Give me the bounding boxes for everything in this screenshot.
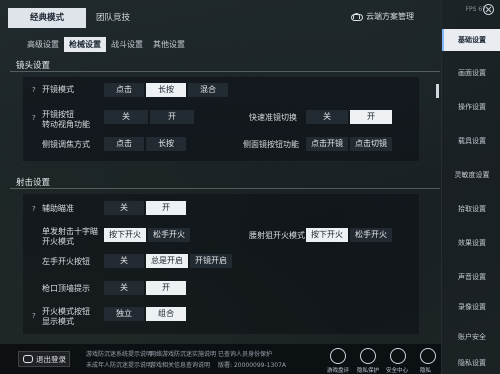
option-click-switch[interactable]: 点击切镜 — [350, 137, 392, 151]
icon-label: 游戏盘评 — [327, 368, 350, 374]
footer-text: 版署: 20000099-1307A — [218, 362, 287, 369]
fire-section-title: 射击设置 — [16, 178, 51, 188]
single-crosshair-selector: 按下开火 松手开火 — [104, 228, 192, 242]
footer-text: 游戏防沉迷系统提示说明 — [86, 351, 153, 358]
option-off[interactable]: 关 — [104, 201, 144, 215]
open-scope-mode-selector: 点击 长按 混合 — [104, 83, 230, 97]
option-click[interactable]: 点击 — [104, 83, 144, 97]
shield-icon[interactable] — [390, 348, 406, 364]
sidebar-item-basic[interactable]: 基础设置 — [442, 29, 500, 51]
footer-text: 网络游戏防沉迷实施说明 — [150, 351, 217, 358]
footer-text: 未成年人防沉迷提示说明 — [86, 362, 153, 369]
scrollbar-thumb[interactable] — [436, 84, 439, 98]
option-click-open[interactable]: 点击开镜 — [306, 137, 348, 151]
fire-mode-button-label: 开火模式按钮 显示模式 — [42, 307, 90, 326]
assist-aim-toggle: 关 开 — [104, 201, 188, 215]
turn-view-toggle: 关 开 — [104, 110, 196, 124]
cloud-scheme-button[interactable]: 云端方案管理 — [350, 11, 414, 22]
logout-label: 退出登录 — [36, 354, 66, 364]
help-icon[interactable]: ? — [32, 114, 36, 122]
fire-mode-button-selector: 独立 组合 — [104, 307, 188, 321]
sidebar-item-effects[interactable]: 效果设置 — [444, 232, 500, 254]
option-combined[interactable]: 组合 — [146, 307, 186, 321]
cloud-label: 云端方案管理 — [366, 12, 414, 21]
chat-icon — [23, 355, 33, 363]
left-fire-label: 左手开火按钮 — [42, 257, 90, 266]
open-scope-mode-label: 开镜模式 — [42, 85, 74, 94]
option-off[interactable]: 关 — [104, 281, 144, 295]
option-hold[interactable]: 长按 — [146, 137, 186, 151]
option-off[interactable]: 关 — [306, 110, 348, 124]
option-scope-on[interactable]: 开镜开启 — [190, 254, 232, 268]
option-off[interactable]: 关 — [104, 110, 148, 124]
option-release-fire[interactable]: 松手开火 — [148, 228, 190, 242]
option-on[interactable]: 开 — [146, 281, 186, 295]
option-release-fire[interactable]: 松手开火 — [350, 228, 392, 242]
icon-label: 隐私保护 — [357, 368, 380, 374]
side-scope-button-selector: 点击开镜 点击切镜 — [306, 137, 394, 151]
settings-sidebar: FPS 67 基础设置 画面设置 操作设置 载具设置 灵敏度设置 拾取设置 效果… — [441, 0, 500, 374]
quick-scope-switch-toggle: 关 开 — [306, 110, 394, 124]
sidebar-item-account[interactable]: 账户安全 — [444, 326, 500, 348]
mode-tabs: 经典模式 团队竞技 — [8, 8, 140, 30]
option-on[interactable]: 开 — [150, 110, 194, 124]
help-icon[interactable]: ? — [32, 205, 36, 213]
sidebar-item-recording[interactable]: 录像设置 — [444, 296, 500, 318]
tab-team-battle[interactable]: 团队竞技 — [86, 8, 140, 28]
option-off[interactable]: 关 — [104, 254, 144, 268]
sidebar-item-vehicle[interactable]: 载具设置 — [444, 130, 500, 152]
left-fire-selector: 关 总是开启 开镜开启 — [104, 254, 234, 268]
sniper-fire-label: 腰射狙开火模式 — [249, 231, 305, 240]
quick-scope-switch-label: 快速准镜切换 — [249, 113, 297, 122]
lock-icon[interactable] — [330, 348, 346, 364]
divider — [10, 71, 440, 72]
tilt-focus-selector: 点击 长按 — [104, 137, 188, 151]
option-separate[interactable]: 独立 — [104, 307, 144, 321]
close-icon[interactable] — [483, 4, 494, 15]
option-click[interactable]: 点击 — [104, 137, 144, 151]
icon-label: 安全中心 — [386, 368, 409, 374]
option-press-fire[interactable]: 按下开火 — [104, 228, 146, 242]
user-icon[interactable] — [420, 348, 436, 364]
subtab-advanced[interactable]: 高级设置 — [22, 37, 64, 52]
settings-main-panel: 经典模式 团队竞技 云端方案管理 高级设置 枪械设置 战斗设置 其他设置 镜头设… — [0, 0, 442, 374]
phone-icon[interactable] — [360, 348, 376, 364]
subtab-other[interactable]: 其他设置 — [148, 37, 190, 52]
footer-text: 已查询人员身份保护 — [218, 351, 273, 358]
single-crosshair-label: 单发射击十字瞄 开火模式 — [42, 227, 98, 246]
option-on[interactable]: 开 — [146, 201, 186, 215]
subtab-weapon[interactable]: 枪械设置 — [64, 37, 106, 52]
icon-label: 隐私 — [420, 368, 432, 374]
sidebar-item-sound[interactable]: 声音设置 — [444, 266, 500, 288]
option-always-on[interactable]: 总是开启 — [146, 254, 188, 268]
option-hold[interactable]: 长按 — [146, 83, 186, 97]
help-icon[interactable]: ? — [32, 86, 36, 94]
tab-classic-mode[interactable]: 经典模式 — [8, 8, 86, 28]
muzzle-tip-label: 枪口顶墙提示 — [42, 284, 90, 293]
assist-aim-label: 辅助瞄准 — [42, 204, 74, 213]
sniper-fire-selector: 按下开火 松手开火 — [306, 228, 394, 242]
help-icon[interactable]: ? — [32, 312, 36, 320]
option-on[interactable]: 开 — [350, 110, 392, 124]
muzzle-tip-toggle: 关 开 — [104, 281, 188, 295]
logout-button[interactable]: 退出登录 — [18, 351, 70, 367]
sidebar-item-controls[interactable]: 操作设置 — [444, 96, 500, 118]
option-press-fire[interactable]: 按下开火 — [306, 228, 348, 242]
tilt-focus-label: 侧镜调焦方式 — [42, 140, 90, 149]
turn-view-label: 开镜按钮 转动视角功能 — [42, 110, 90, 129]
cloud-icon — [350, 12, 363, 21]
sidebar-item-sensitivity[interactable]: 灵敏度设置 — [444, 164, 500, 186]
divider — [10, 188, 440, 189]
sidebar-item-pickup[interactable]: 拾取设置 — [444, 198, 500, 220]
footer-text: 游戏相关信息查询说明 — [150, 362, 211, 369]
sidebar-item-privacy[interactable]: 隐私设置 — [444, 352, 500, 374]
option-mixed[interactable]: 混合 — [188, 83, 228, 97]
scope-section-title: 镜头设置 — [16, 61, 51, 71]
subtab-combat[interactable]: 战斗设置 — [106, 37, 148, 52]
sub-tabs: 高级设置 枪械设置 战斗设置 其他设置 — [22, 37, 190, 52]
side-scope-button-label: 侧面镜按钮功能 — [243, 140, 299, 149]
sidebar-item-graphics[interactable]: 画面设置 — [444, 62, 500, 84]
